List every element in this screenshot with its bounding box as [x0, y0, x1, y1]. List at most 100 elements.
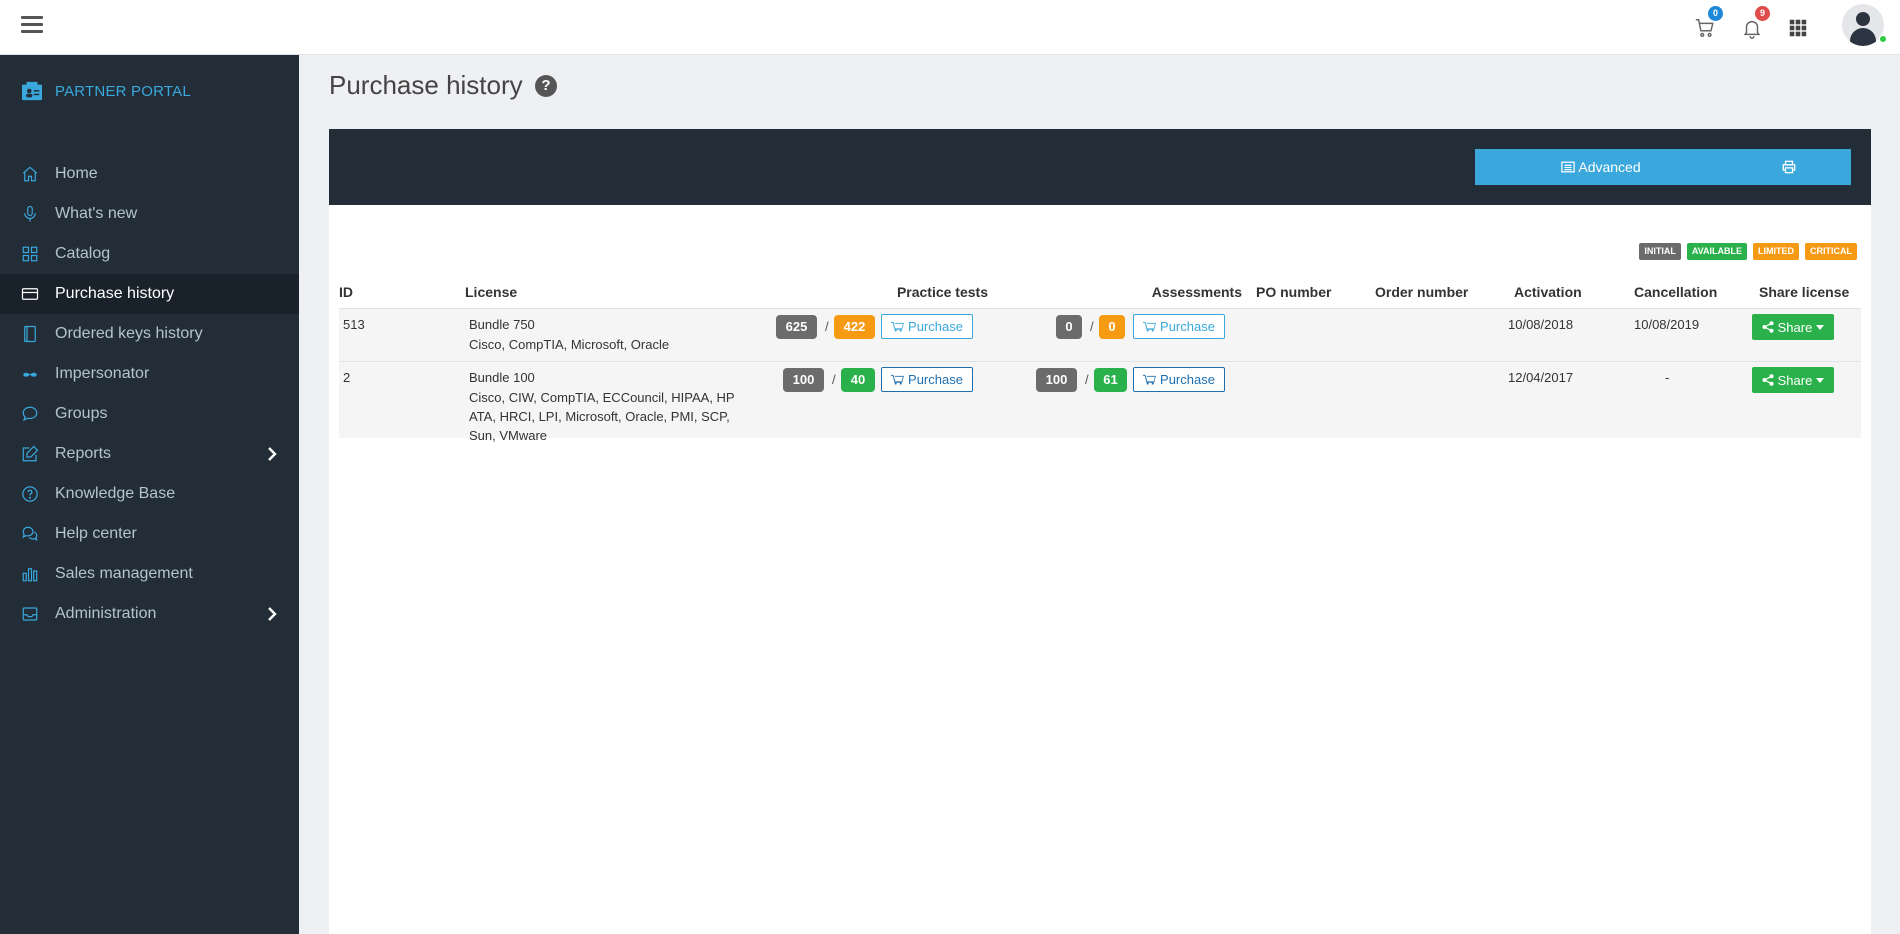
notification-count-badge: 9 — [1755, 6, 1770, 21]
cart-icon — [1143, 321, 1156, 332]
purchase-label: Purchase — [1160, 319, 1215, 334]
column-header-cancellation[interactable]: Cancellation — [1634, 276, 1717, 308]
advanced-label: Advanced — [1578, 159, 1641, 175]
license-bundle-name: Bundle 100 — [469, 370, 535, 385]
brand[interactable]: PARTNER PORTAL — [21, 80, 191, 102]
sidebar-item-label: Purchase history — [55, 285, 175, 302]
sidebar-item-home[interactable]: Home — [0, 154, 299, 194]
column-header-order-number[interactable]: Order number — [1375, 276, 1468, 308]
notifications-button[interactable]: 9 — [1737, 6, 1770, 42]
assessments-purchase-button[interactable]: Purchase — [1133, 367, 1225, 392]
practice-tests-total-badge: 625 — [776, 315, 817, 339]
cart-icon — [1143, 374, 1156, 385]
edit-icon — [22, 445, 39, 462]
sidebar-item-purchase-history[interactable]: Purchase history — [0, 274, 299, 314]
separator: / — [832, 372, 836, 387]
row-id: 2 — [343, 370, 351, 385]
question-circle-icon — [22, 486, 38, 502]
help-icon[interactable]: ? — [535, 75, 557, 97]
column-header-activation[interactable]: Activation — [1514, 276, 1582, 308]
legend-available-badge: AVAILABLE — [1686, 243, 1747, 260]
column-header-license[interactable]: License — [465, 276, 517, 308]
caret-down-icon — [1816, 324, 1825, 330]
sidebar-item-label: Sales management — [55, 565, 193, 582]
share-license-button[interactable]: Share — [1752, 314, 1834, 340]
sidebar-item-ordered-keys-history[interactable]: Ordered keys history — [0, 314, 299, 354]
cart-icon — [891, 374, 904, 385]
sidebar-item-whats-new[interactable]: What's new — [0, 194, 299, 234]
separator: / — [825, 319, 829, 334]
purchase-history-panel: INITIAL AVAILABLE LIMITED CRITICAL ID Li… — [329, 205, 1871, 934]
status-legend: INITIAL AVAILABLE LIMITED CRITICAL — [1639, 243, 1857, 260]
menu-toggle-icon[interactable] — [21, 16, 43, 34]
advanced-button[interactable]: Advanced — [1475, 149, 1727, 185]
user-avatar[interactable] — [1842, 4, 1884, 46]
column-header-assessments[interactable]: Assessments — [1079, 276, 1242, 308]
license-vendors: Sun, VMware — [469, 428, 548, 443]
purchase-label: Purchase — [908, 372, 963, 387]
column-header-id[interactable]: ID — [339, 276, 353, 308]
toolbar-button-group: Advanced — [1475, 149, 1851, 185]
print-button[interactable] — [1727, 149, 1851, 185]
chat-icon — [22, 406, 38, 422]
cart-count-badge: 0 — [1708, 6, 1723, 21]
sidebar-item-groups[interactable]: Groups — [0, 394, 299, 434]
cart-icon — [891, 321, 904, 332]
sidebar-item-label: What's new — [55, 205, 138, 222]
share-icon — [1762, 374, 1774, 386]
purchase-label: Purchase — [908, 319, 963, 334]
legend-critical-badge: CRITICAL — [1805, 243, 1857, 260]
sidebar-item-sales-management[interactable]: Sales management — [0, 554, 299, 594]
cart-button[interactable]: 0 — [1690, 6, 1723, 42]
purchase-label: Purchase — [1160, 372, 1215, 387]
credit-card-icon — [21, 288, 39, 300]
license-bundle-name: Bundle 750 — [469, 317, 535, 332]
practice-tests-purchase-button[interactable]: Purchase — [881, 314, 973, 339]
activation-date: 12/04/2017 — [1508, 370, 1574, 385]
column-header-po-number[interactable]: PO number — [1256, 276, 1331, 308]
column-header-share-license[interactable]: Share license — [1759, 276, 1849, 308]
print-icon — [1782, 160, 1796, 174]
table-row: 513 Bundle 750 Cisco, CompTIA, Microsoft… — [339, 308, 1861, 361]
home-icon — [22, 166, 38, 182]
practice-tests-remaining-badge: 40 — [841, 368, 875, 392]
apps-button[interactable] — [1783, 12, 1813, 42]
assessments-total-badge: 0 — [1056, 315, 1082, 339]
inbox-icon — [22, 607, 38, 621]
sidebar-item-label: Catalog — [55, 245, 111, 262]
sidebar: PARTNER PORTAL Home What's new Catalog P… — [0, 55, 299, 934]
sidebar-nav: Home What's new Catalog Purchase history… — [0, 154, 299, 634]
sidebar-item-label: Ordered keys history — [55, 325, 203, 342]
sidebar-item-catalog[interactable]: Catalog — [0, 234, 299, 274]
apps-grid-icon — [1789, 19, 1807, 37]
sidebar-item-reports[interactable]: Reports — [0, 434, 299, 474]
assessments-purchase-button[interactable]: Purchase — [1133, 314, 1225, 339]
legend-initial-badge: INITIAL — [1639, 243, 1681, 260]
main-content: Purchase history ? Advanced INITIAL AVAI… — [299, 55, 1900, 934]
practice-tests-total-badge: 100 — [783, 368, 824, 392]
separator: / — [1090, 319, 1094, 334]
book-icon — [24, 325, 36, 343]
sidebar-item-impersonator[interactable]: Impersonator — [0, 354, 299, 394]
page-title: Purchase history — [329, 70, 523, 100]
sidebar-item-administration[interactable]: Administration — [0, 594, 299, 634]
assessments-total-badge: 100 — [1036, 368, 1077, 392]
cancellation-date: - — [1665, 370, 1670, 385]
toolbar: Advanced — [329, 129, 1871, 205]
glasses-icon — [23, 372, 37, 377]
sidebar-item-knowledge-base[interactable]: Knowledge Base — [0, 474, 299, 514]
top-bar: 0 9 — [0, 0, 1900, 55]
share-license-button[interactable]: Share — [1752, 367, 1834, 393]
list-alt-icon — [1561, 161, 1576, 173]
practice-tests-purchase-button[interactable]: Purchase — [881, 367, 973, 392]
row-id: 513 — [343, 317, 365, 332]
license-vendors: ATA, HRCI, LPI, Microsoft, Oracle, PMI, … — [469, 409, 730, 424]
sidebar-item-label: Knowledge Base — [55, 485, 176, 502]
sidebar-item-label: Administration — [55, 605, 157, 622]
column-header-practice-tests[interactable]: Practice tests — [825, 276, 988, 308]
license-vendors: Cisco, CIW, CompTIA, ECCouncil, HIPAA, H… — [469, 390, 735, 405]
sidebar-item-label: Impersonator — [55, 365, 150, 382]
legend-limited-badge: LIMITED — [1753, 243, 1799, 260]
bar-chart-icon — [22, 568, 38, 582]
sidebar-item-help-center[interactable]: Help center — [0, 514, 299, 554]
